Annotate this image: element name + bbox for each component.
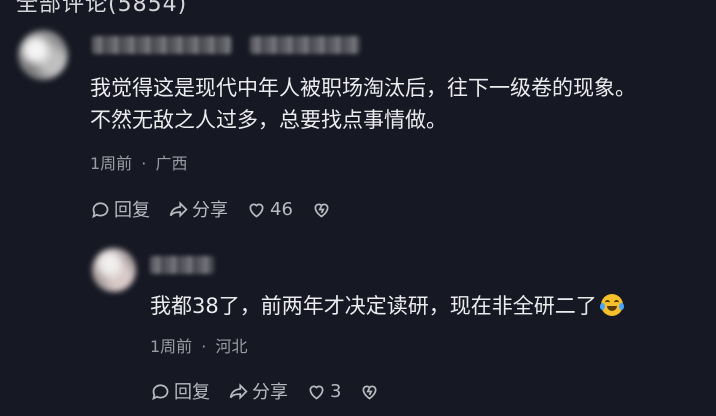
comment-line: 我都38了，前两年才决定读研，现在非全研二了	[150, 294, 597, 318]
comment-body: 我觉得这是现代中年人被职场淘汰后，往下一级卷的现象。 不然无敌之人过多，总要找点…	[90, 72, 636, 136]
dislike-button[interactable]	[311, 199, 335, 220]
comment-location: 广西	[155, 154, 188, 173]
reply-icon	[92, 201, 109, 218]
heart-icon	[249, 203, 264, 218]
avatar[interactable]	[18, 30, 68, 80]
comment-location: 河北	[215, 337, 248, 356]
like-button[interactable]: 46	[246, 199, 293, 220]
share-icon	[169, 200, 188, 218]
avatar[interactable]	[92, 248, 136, 292]
share-icon	[229, 382, 248, 400]
reply-label: 回复	[174, 382, 210, 403]
comment-line: 不然无敌之人过多，总要找点事情做。	[90, 108, 447, 132]
reply-button[interactable]: 回复	[150, 378, 210, 404]
author-name-blurred[interactable]	[150, 256, 214, 274]
broken-heart-icon	[314, 203, 329, 218]
comment-thread: 全部评论(5854) 我觉得这是现代中年人被职场淘汰后，往下一级卷的现象。 不然…	[0, 0, 716, 416]
comment-time: 1周前	[150, 337, 193, 356]
share-label: 分享	[252, 382, 288, 403]
like-button[interactable]: 3	[306, 381, 341, 402]
comment-meta: 1周前 · 河北	[150, 333, 247, 357]
broken-heart-icon	[362, 385, 377, 400]
meta-separator: ·	[201, 337, 207, 356]
reply-icon	[152, 383, 169, 400]
comment-line: 我觉得这是现代中年人被职场淘汰后，往下一级卷的现象。	[90, 76, 636, 100]
author-name-blurred[interactable]	[92, 36, 232, 54]
like-count: 46	[270, 198, 293, 220]
comment-actions: 回复 分享 3	[150, 378, 383, 404]
crying-laughing-emoji-icon	[599, 294, 624, 316]
reply-button[interactable]: 回复	[90, 196, 150, 222]
share-label: 分享	[192, 200, 228, 221]
comment-body: 我都38了，前两年才决定读研，现在非全研二了	[150, 290, 624, 322]
like-count: 3	[330, 380, 342, 402]
meta-separator: ·	[141, 154, 147, 173]
share-button[interactable]: 分享	[228, 378, 288, 404]
comment-actions: 回复 分享 46	[90, 196, 335, 222]
share-button[interactable]: 分享	[168, 196, 228, 222]
author-name-blurred-2	[250, 36, 360, 54]
heart-icon	[309, 385, 324, 400]
reply-label: 回复	[114, 200, 150, 221]
comment-time: 1周前	[90, 154, 133, 173]
comments-header: 全部评论(5854)	[16, 0, 188, 17]
comment-meta: 1周前 · 广西	[90, 150, 187, 174]
dislike-button[interactable]	[359, 381, 383, 402]
